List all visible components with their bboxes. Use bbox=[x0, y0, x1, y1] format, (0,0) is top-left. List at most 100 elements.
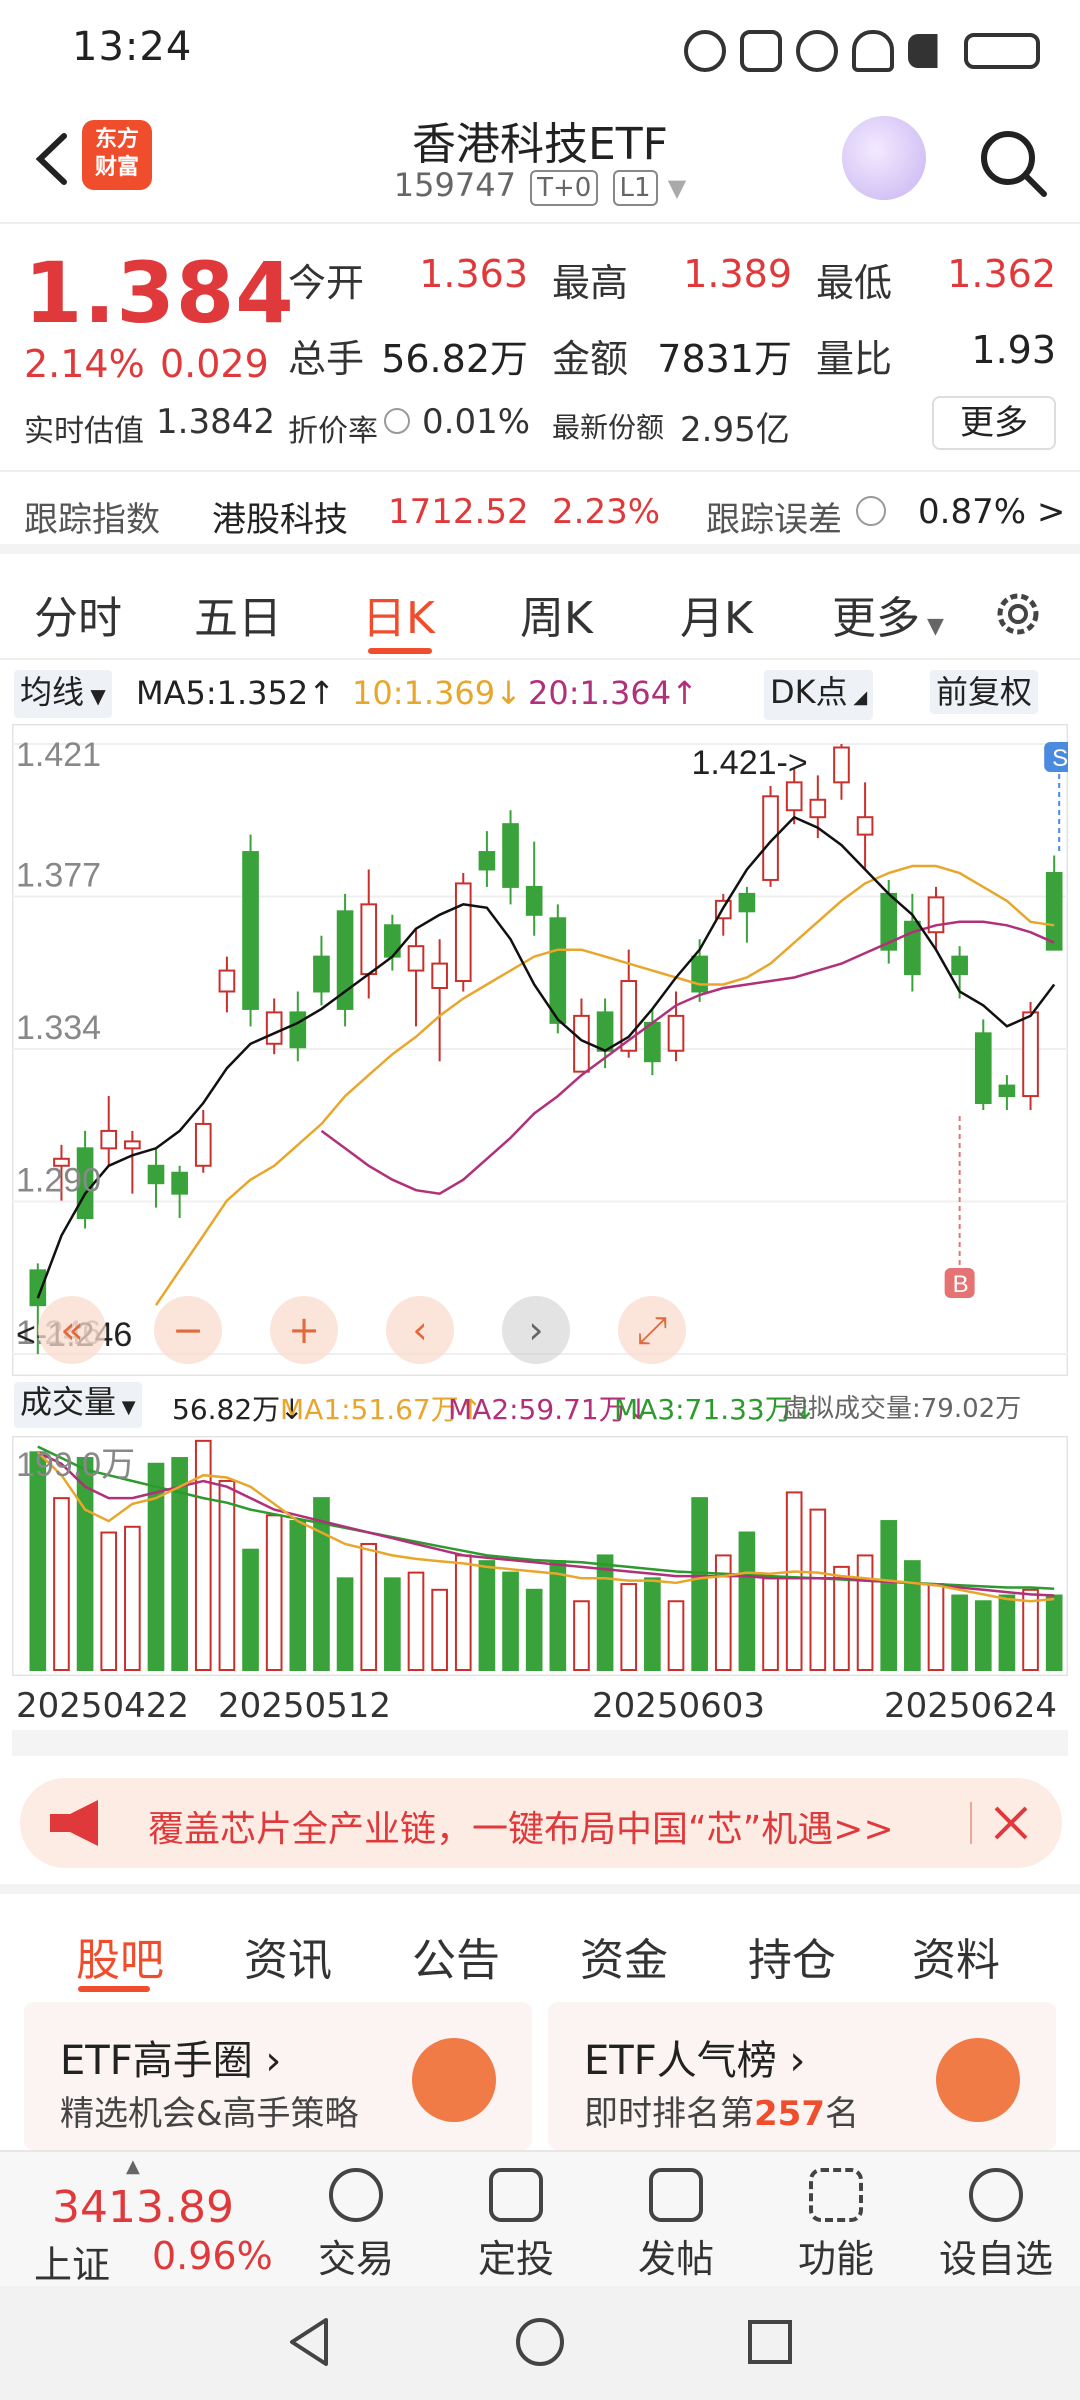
open-value: 1.363 bbox=[419, 252, 528, 296]
volume-bar bbox=[998, 1594, 1016, 1671]
candle-body bbox=[762, 795, 779, 881]
nav-recents-icon[interactable] bbox=[744, 2316, 796, 2368]
dk-point-select[interactable]: DK点 ◢ bbox=[764, 670, 874, 720]
candle-body bbox=[549, 917, 567, 1024]
battery-icon bbox=[964, 33, 1040, 69]
tab-announcements[interactable]: 公告 bbox=[412, 1924, 500, 1988]
chart-control-button[interactable]: ⤢ bbox=[618, 1296, 686, 1364]
volume-indicator-select[interactable]: 成交量 ▼ bbox=[14, 1382, 142, 1428]
tab-more[interactable]: 更多 ▼ bbox=[832, 582, 944, 646]
open-label: 今开 bbox=[288, 261, 365, 305]
dk-point-label: DK点 bbox=[770, 673, 848, 711]
high-value: 1.389 bbox=[683, 252, 792, 296]
etf-expert-circle-card[interactable]: ETF高手圈 › 精选机会&高手策略 bbox=[24, 2002, 532, 2150]
candle-body bbox=[525, 885, 543, 916]
more-button[interactable]: 更多 bbox=[932, 396, 1056, 450]
y-tick-label: 1.334 bbox=[16, 1009, 101, 1047]
volume-bar bbox=[29, 1451, 47, 1672]
tab-intraday[interactable]: 分时 bbox=[34, 582, 122, 646]
volume-bar bbox=[667, 1600, 685, 1672]
more-dots-icon bbox=[969, 2168, 1023, 2222]
settings-gear-icon[interactable] bbox=[990, 586, 1046, 642]
chart-control-button[interactable]: + bbox=[270, 1296, 338, 1364]
tab-news[interactable]: 资讯 bbox=[244, 1924, 332, 1988]
y-tick-label: 1.421 bbox=[16, 736, 101, 774]
chart-control-button[interactable]: ‹ bbox=[386, 1296, 454, 1364]
close-icon[interactable] bbox=[988, 1800, 1034, 1846]
dropdown-icon[interactable]: ▼ bbox=[668, 174, 686, 202]
amount-value: 7831万 bbox=[657, 337, 792, 381]
volume-chart[interactable]: 199.0万 bbox=[12, 1436, 1068, 1676]
tracking-index-row[interactable]: 跟踪指数 港股科技 1712.52 2.23% 跟踪误差 0.87% > bbox=[0, 470, 1080, 554]
index-pct: 0.96% bbox=[152, 2234, 273, 2278]
candle-body bbox=[454, 882, 472, 983]
indicator-select[interactable]: 均线 ▼ bbox=[14, 670, 112, 718]
date-tick: 20250624 bbox=[884, 1686, 1058, 1726]
chart-control-button[interactable]: › bbox=[502, 1296, 570, 1364]
chart-control-button[interactable]: − bbox=[154, 1296, 222, 1364]
nav-back-icon[interactable] bbox=[282, 2314, 338, 2370]
volume-max-label: 199.0万 bbox=[16, 1446, 135, 1484]
nav-home-icon[interactable] bbox=[512, 2314, 568, 2370]
kline-axis-labels: 1.4211.3771.3341.2901.246 bbox=[16, 736, 101, 1352]
volume-bar bbox=[384, 1577, 401, 1671]
ma20-value: 20:1.364↑ bbox=[528, 674, 698, 712]
post-button[interactable]: 发帖 bbox=[616, 2168, 736, 2283]
high-label: 最高 bbox=[552, 261, 629, 305]
chart-control-button[interactable]: « bbox=[38, 1296, 106, 1364]
card-subtitle: 精选机会&高手策略 bbox=[60, 2094, 359, 2134]
tab-funds[interactable]: 资金 bbox=[580, 1924, 668, 1988]
kline-chart[interactable]: 1.4211.3771.3341.2901.246 1.421-><-1.246… bbox=[12, 724, 1068, 1376]
tracking-error-label: 跟踪误差 bbox=[706, 500, 842, 540]
chart-footer-strip bbox=[12, 1730, 1068, 1756]
volume-bar bbox=[809, 1508, 827, 1671]
tab-more-label: 更多 bbox=[832, 593, 920, 644]
tab-five-day[interactable]: 五日 bbox=[194, 582, 282, 646]
tab-weekly-k[interactable]: 周K bbox=[520, 582, 593, 646]
expand-up-icon[interactable]: ▲ bbox=[126, 2156, 140, 2177]
help-icon[interactable] bbox=[856, 496, 886, 526]
discount-value: 0.01% bbox=[422, 402, 531, 442]
add-watchlist-button[interactable]: 设自选 bbox=[936, 2168, 1056, 2283]
tab-forum[interactable]: 股吧 bbox=[76, 1924, 164, 1988]
control-glyph: › bbox=[528, 1308, 543, 1352]
volume-bar bbox=[124, 1525, 141, 1671]
kline-grid bbox=[12, 724, 1068, 1376]
volume-bar bbox=[785, 1491, 803, 1671]
volume-value: 56.82万 bbox=[381, 337, 528, 381]
tracking-index-name: 港股科技 bbox=[212, 500, 348, 540]
promo-banner[interactable]: 覆盖芯片全产业链，一键布局中国“芯”机遇>> bbox=[20, 1778, 1062, 1868]
functions-label: 功能 bbox=[797, 2237, 874, 2281]
rank-number: 257 bbox=[754, 2094, 825, 2134]
rank-suffix: 名 bbox=[824, 2094, 859, 2134]
robot-assistant-avatar[interactable] bbox=[842, 116, 926, 200]
promo-text[interactable]: 覆盖芯片全产业链，一键布局中国“芯”机遇>> bbox=[148, 1800, 894, 1852]
status-time: 13:24 bbox=[72, 24, 193, 70]
tab-holdings[interactable]: 持仓 bbox=[748, 1924, 836, 1988]
header: 东方 财富 香港科技ETF 159747 T+0 L1 ▼ bbox=[0, 100, 1080, 222]
adjust-select[interactable]: 前复权 bbox=[930, 670, 1039, 714]
etf-popularity-card[interactable]: ETF人气榜 › 即时排名第257名 bbox=[548, 2002, 1056, 2150]
functions-button[interactable]: 功能 bbox=[776, 2168, 896, 2283]
volume-bar bbox=[265, 1514, 283, 1671]
tab-monthly-k[interactable]: 月K bbox=[680, 582, 753, 646]
auto-invest-button[interactable]: 定投 bbox=[456, 2168, 576, 2283]
date-tick: 20250512 bbox=[218, 1686, 392, 1726]
volume-bar bbox=[360, 1542, 378, 1671]
candle-body bbox=[785, 781, 803, 812]
volume-bar bbox=[644, 1577, 661, 1671]
info-icon[interactable] bbox=[384, 408, 410, 434]
tab-profile[interactable]: 资料 bbox=[912, 1924, 1000, 1988]
iopv-value: 1.3842 bbox=[156, 402, 275, 442]
tab-daily-k[interactable]: 日K bbox=[362, 582, 435, 646]
tracking-label: 跟踪指数 bbox=[24, 500, 160, 540]
stock-code: 159747 bbox=[393, 166, 516, 204]
control-glyph: − bbox=[172, 1308, 204, 1352]
candle-body bbox=[667, 1014, 685, 1052]
trade-button[interactable]: 交易 bbox=[296, 2168, 416, 2283]
control-glyph: ⤢ bbox=[637, 1308, 667, 1352]
buy-signal-letter: B bbox=[953, 1271, 969, 1298]
search-icon[interactable] bbox=[974, 124, 1054, 204]
index-value[interactable]: 3413.89 bbox=[52, 2182, 234, 2233]
ranking-chart-icon bbox=[936, 2038, 1020, 2122]
